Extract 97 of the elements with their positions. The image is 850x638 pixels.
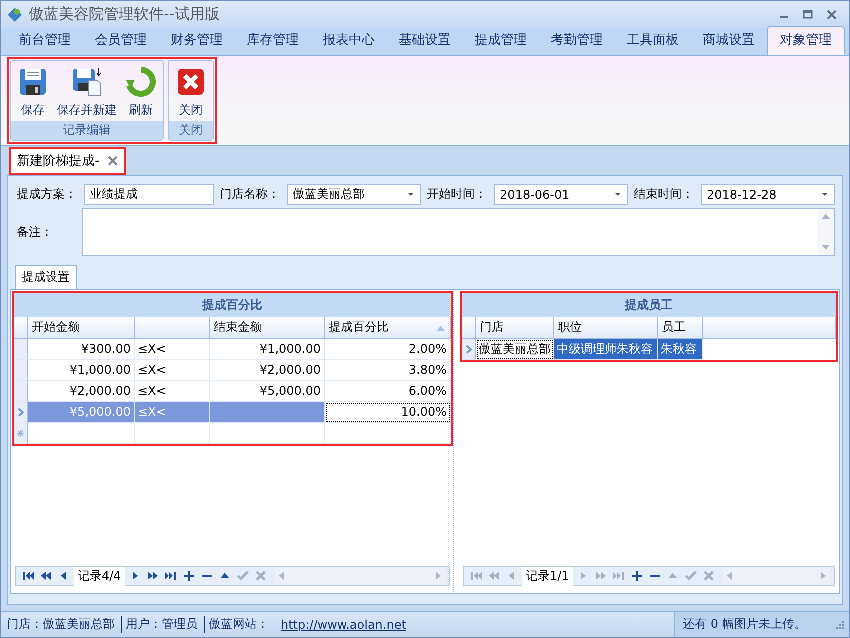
save-icon [17,66,49,98]
group-caption: 记录编辑 [11,121,163,140]
scroll-up-icon[interactable] [821,213,831,219]
menu-tab[interactable]: 会员管理 [83,27,159,55]
table-cell: 2.00% [325,339,451,360]
column-header[interactable]: 门店 [476,317,554,339]
dropdown-field[interactable]: 傲蓝美丽总部 [287,184,422,205]
caret-icon [407,191,416,198]
menu-tab[interactable]: 对象管理 [767,26,845,55]
field-label: 提成方案： [16,186,78,203]
tab[interactable]: 提成设置 [15,265,77,289]
row-header[interactable] [462,339,476,360]
resize-grip-icon[interactable] [835,620,845,630]
maximize-icon[interactable] [803,10,813,20]
status-text: 傲蓝网站： [204,616,269,633]
scroll-left-icon[interactable] [726,571,732,581]
ribbon-button[interactable]: 保存并新建 [53,64,121,121]
save-document-icon [71,66,103,98]
menu-tab[interactable]: 基础设置 [387,27,463,55]
menu-tab[interactable]: 工具面板 [615,27,691,55]
row-header[interactable] [14,339,28,360]
column-header[interactable] [135,317,210,339]
last-record-icon[interactable] [165,570,178,582]
ribbon-button[interactable]: 保存 [13,64,53,121]
row-header[interactable] [14,360,28,381]
close-icon [175,66,207,98]
field-label: 门店名称： [219,186,282,203]
column-header[interactable]: 开始金额 [28,317,135,339]
input-field[interactable]: 业绩提成 [84,184,214,205]
status-text: 用户：管理员 [121,616,198,633]
close-icon[interactable] [827,10,837,20]
column-header[interactable]: 结束金额 [210,317,325,339]
row-header[interactable] [14,381,28,402]
menu-tab[interactable]: 前台管理 [7,27,83,55]
menu-tab[interactable]: 报表中心 [311,27,387,55]
table-cell: ¥1,000.00 [28,360,135,381]
table-cell: 10.00% [325,402,451,423]
window-title: 傲蓝美容院管理软件--试用版 [29,5,221,24]
scroll-down-icon[interactable] [821,245,831,251]
scrollbar[interactable] [723,568,830,584]
field-label: 开始时间： [426,186,488,203]
menu-tab[interactable]: 商城设置 [691,27,767,55]
table-cell: ¥1,000.00 [210,339,325,360]
row-header[interactable] [14,423,28,444]
app-logo-icon [7,6,23,22]
status-text: 门店：傲蓝美丽总部 [7,616,115,633]
status-message: 还有 0 幅图片未上传。 [683,616,806,633]
row-header[interactable] [14,402,28,423]
table-cell: 傲蓝美丽总部 [476,339,554,360]
document-tab[interactable]: 新建阶梯提成- [9,147,126,175]
header-corner [14,317,28,339]
scrollbar[interactable] [818,209,834,255]
dropdown-field[interactable]: 2018-12-28 [701,184,835,205]
website-link[interactable]: http://www.aolan.net [281,618,406,632]
add-icon[interactable] [631,570,644,582]
scroll-right-icon[interactable] [821,571,827,581]
dropdown-field[interactable]: 2018-06-01 [494,184,628,205]
menu-tab[interactable]: 库存管理 [235,27,311,55]
caret-icon [614,191,622,198]
ribbon-button[interactable]: 刷新 [121,64,161,121]
panel-title: 提成百分比 [14,293,451,317]
scrollbar[interactable] [275,568,445,584]
refresh-icon [125,66,157,98]
menu-tab[interactable]: 提成管理 [463,27,539,55]
first-record-icon[interactable] [22,570,34,582]
close-icon[interactable] [108,156,118,166]
table-cell: 中级调理师朱秋容 [554,339,658,360]
add-icon[interactable] [183,570,196,582]
scroll-right-icon[interactable] [436,571,442,581]
header-corner [462,317,476,339]
table-cell: ¥300.00 [28,339,135,360]
memo-field[interactable] [82,208,835,256]
menu-tab[interactable]: 考勤管理 [539,27,615,55]
table-cell: ≤X< [135,402,210,423]
double-left-icon[interactable] [40,570,52,582]
caret-icon [820,191,829,198]
table-cell: ¥5,000.00 [28,402,135,423]
field-label: 备注： [16,224,54,240]
table-cell: ≤X< [135,360,210,381]
record-counter: 记录4/4 [74,566,126,586]
panel-title: 提成员工 [462,293,836,317]
scroll-left-icon[interactable] [278,571,284,581]
group-caption: 关闭 [169,121,213,140]
sort-icon[interactable] [436,324,446,330]
record-counter: 记录1/1 [522,566,574,586]
table-cell: 朱秋容 [658,339,703,360]
column-header[interactable]: 职位 [554,317,658,339]
tab-label: 新建阶梯提成- [17,153,100,170]
table-cell: ¥2,000.00 [210,360,325,381]
ribbon-button[interactable]: 关闭 [171,64,211,121]
field-label: 结束时间： [633,186,696,203]
table-cell: 3.80% [325,360,451,381]
column-header[interactable]: 员工 [658,317,703,339]
menu-tab[interactable]: 财务管理 [159,27,235,55]
double-right-icon[interactable] [147,570,160,582]
table-cell: ≤X< [135,339,210,360]
column-header[interactable]: 提成百分比 [325,317,451,339]
